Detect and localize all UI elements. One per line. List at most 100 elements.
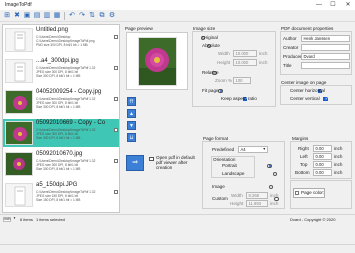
relative-label: Relative bbox=[202, 70, 219, 75]
landscape-label: Landscape bbox=[222, 171, 245, 176]
open-icon[interactable]: ✖ bbox=[12, 11, 22, 21]
predefined-select[interactable]: A4 ▼ bbox=[238, 146, 268, 153]
window-title: ImageToPdf bbox=[5, 2, 32, 8]
margin-left-label: Left bbox=[300, 154, 308, 159]
zoom-input[interactable]: 100 bbox=[233, 77, 251, 84]
file-meta: C:\Users\Demo\Desktop\ImageToPdf 1.32 JPE… bbox=[36, 159, 118, 171]
new-icon[interactable]: ⊞ bbox=[2, 11, 12, 21]
center-vertical-checkbox[interactable] bbox=[323, 96, 328, 101]
rotate-right-icon[interactable]: ↷ bbox=[77, 11, 87, 21]
file-list-item[interactable]: 05092010669 - Copy - Co C:\Users\Demo\Des… bbox=[3, 119, 119, 147]
file-meta: C:\Users\Demo\Desktop C:\Users\Demo\Deskt… bbox=[36, 35, 118, 47]
export-icon[interactable]: ▥ bbox=[42, 11, 52, 21]
file-name: 05092010670.jpg bbox=[36, 151, 83, 157]
abs-height-unit: inch bbox=[259, 60, 268, 65]
orientation-label: Orientation bbox=[213, 157, 236, 162]
producer-label: Producer bbox=[283, 54, 302, 59]
page-color-label: Page color: bbox=[301, 190, 325, 195]
creator-input[interactable] bbox=[301, 44, 350, 51]
open-default-checkbox[interactable] bbox=[149, 156, 154, 162]
custom-label: Custom bbox=[212, 196, 228, 201]
file-list-item[interactable]: Untitled.png C:\Users\Demo\Desktop C:\User… bbox=[3, 26, 119, 54]
fit-page-label: Fit page bbox=[202, 88, 219, 93]
file-checkbox[interactable] bbox=[114, 128, 118, 132]
file-list-item[interactable]: 05092010670.jpg C:\Users\Demo\Desktop\Ima… bbox=[3, 150, 119, 178]
abs-width-input[interactable]: 10.000 bbox=[233, 50, 257, 57]
title-bar: ImageToPdf — ☐ ✕ bbox=[0, 0, 355, 10]
crop-icon[interactable]: ⧉ bbox=[97, 11, 107, 21]
file-meta-line3: Size 300 DPI, 8 bit/1 bit = 1 MB bbox=[36, 167, 81, 171]
author-input[interactable]: Henk Janssen bbox=[301, 35, 350, 42]
save-icon[interactable]: ▣ bbox=[22, 11, 32, 21]
margin-top-input[interactable]: 0.00 bbox=[313, 161, 332, 168]
file-checkbox[interactable] bbox=[114, 97, 118, 101]
portrait-label: Portrait bbox=[222, 163, 237, 168]
file-meta: C:\Users\Demo\Desktop\ImageToPdf 1.32 JPE… bbox=[36, 190, 118, 202]
file-list-item[interactable]: ...a4_300dpi.jpg C:\Users\Demo\Desktop\Im… bbox=[3, 57, 119, 85]
margin-right-label: Right bbox=[298, 146, 309, 151]
move-down-button[interactable]: ▼ bbox=[127, 121, 136, 130]
center-vertical-label: Center vertical bbox=[290, 96, 320, 101]
flip-icon[interactable]: ⇅ bbox=[87, 11, 97, 21]
zoom-label: Zoom % bbox=[215, 78, 233, 83]
move-up-button[interactable]: ▲ bbox=[127, 109, 136, 118]
file-checkbox[interactable] bbox=[114, 66, 118, 70]
center-horizontal-label: Center horizontal bbox=[290, 88, 325, 93]
file-name: 04052009254 - Copy.jpg bbox=[36, 89, 102, 95]
file-thumbnail bbox=[5, 152, 33, 176]
file-thumbnail bbox=[5, 59, 33, 83]
settings-icon[interactable]: ⚙ bbox=[107, 11, 117, 21]
margin-top-label: Top bbox=[300, 162, 308, 167]
file-checkbox[interactable] bbox=[114, 159, 118, 163]
abs-width-label: Width bbox=[218, 51, 230, 56]
open-default-label: Open pdf in default pdf viewer after cre… bbox=[156, 155, 195, 170]
rotate-left-icon[interactable]: ↶ bbox=[67, 11, 77, 21]
minimize-button[interactable]: — bbox=[312, 0, 326, 10]
original-label: Original bbox=[202, 35, 218, 40]
file-thumbnail bbox=[5, 90, 33, 114]
custom-height-input[interactable]: 11.693 bbox=[246, 200, 268, 207]
preview-image bbox=[139, 38, 176, 85]
file-name: ...a4_300dpi.jpg bbox=[36, 58, 79, 64]
producer-input[interactable]: Dvard bbox=[301, 53, 350, 60]
image-format-label: Image bbox=[212, 184, 225, 189]
abs-height-input[interactable]: 10.000 bbox=[233, 59, 257, 66]
file-name: 05092010669 - Copy - Co bbox=[36, 120, 106, 126]
unit-chevron-icon[interactable]: ▼ bbox=[13, 216, 16, 220]
title-input[interactable] bbox=[301, 62, 350, 69]
move-top-button[interactable]: ⇈ bbox=[127, 97, 136, 106]
save-as-icon[interactable]: ▤ bbox=[32, 11, 42, 21]
page-color-swatch bbox=[295, 191, 299, 195]
file-meta-line3: Size 300 DPI, 8 bit/1 bit = 1 MB bbox=[36, 136, 81, 140]
author-label: Author bbox=[283, 36, 297, 41]
margin-right-input[interactable]: 0.00 bbox=[313, 145, 332, 152]
unit-select[interactable]: inch bbox=[3, 217, 11, 222]
file-checkbox[interactable] bbox=[114, 190, 118, 194]
margin-bottom-unit: inch bbox=[334, 170, 343, 175]
close-button[interactable]: ✕ bbox=[341, 0, 355, 10]
file-list[interactable]: Untitled.png C:\Users\Demo\Desktop C:\User… bbox=[2, 24, 120, 213]
taskbar-strip bbox=[0, 244, 355, 253]
file-list-item[interactable]: 04052009254 - Copy.jpg C:\Users\Demo\Desk… bbox=[3, 88, 119, 116]
margin-bottom-label: Bottom bbox=[295, 170, 310, 175]
file-meta-line3: Size 300 DPI, 8 bit/1 bit = 1 MB bbox=[36, 105, 81, 109]
file-thumbnail bbox=[5, 28, 33, 52]
file-meta-line3: Size 300 DPI, 8 bit/1 bit = 1 MB bbox=[36, 74, 81, 78]
predefined-value: A4 bbox=[240, 147, 246, 152]
maximize-button[interactable]: ☐ bbox=[326, 0, 340, 10]
predefined-label: Predefined bbox=[212, 147, 235, 152]
toolbar: ⊞ ✖ ▣ ▤ ▥ ▦ ↶ ↷ ⇅ ⧉ ⚙ bbox=[0, 10, 355, 22]
file-checkbox[interactable] bbox=[114, 35, 118, 39]
preview-page bbox=[138, 37, 177, 86]
file-name: a5_150dpi.JPG bbox=[36, 182, 78, 188]
margin-bottom-input[interactable]: 0.00 bbox=[313, 169, 332, 176]
margin-left-input[interactable]: 0.00 bbox=[313, 153, 332, 160]
portrait-radio[interactable] bbox=[267, 163, 272, 169]
image-format-radio[interactable] bbox=[268, 184, 274, 190]
custom-width-input[interactable]: 8.268 bbox=[246, 192, 268, 199]
move-bottom-button[interactable]: ⇊ bbox=[127, 133, 136, 142]
print-icon[interactable]: ▦ bbox=[52, 11, 62, 21]
page-color-button[interactable]: Page color: bbox=[293, 188, 325, 198]
create-pdf-button[interactable]: ⇒ bbox=[126, 155, 144, 171]
file-list-item[interactable]: a5_150dpi.JPG C:\Users\Demo\Desktop\Image… bbox=[3, 181, 119, 209]
